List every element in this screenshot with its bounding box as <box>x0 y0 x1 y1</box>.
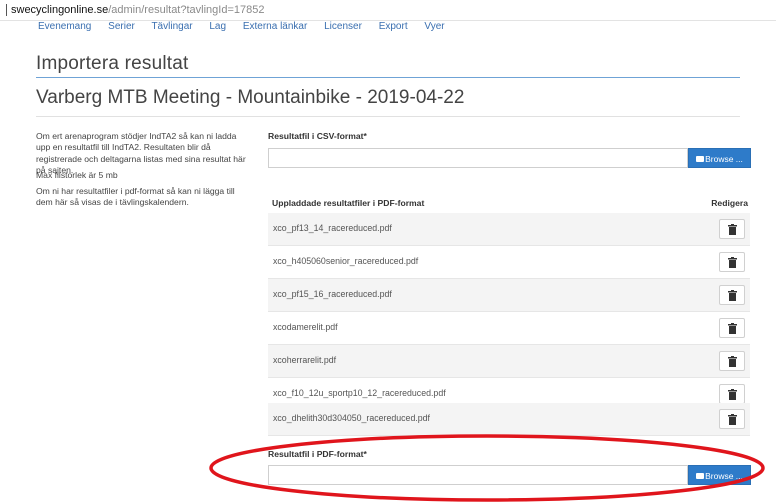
trash-icon <box>728 389 737 400</box>
nav-item-export[interactable]: Export <box>379 21 408 32</box>
col-header-edit: Redigera <box>711 198 748 208</box>
nav-item-lag[interactable]: Lag <box>209 21 226 32</box>
title-divider <box>36 77 740 78</box>
delete-button[interactable] <box>719 351 745 371</box>
text-cursor <box>6 4 7 16</box>
csv-browse-button[interactable]: Browse ... <box>688 148 751 168</box>
pdf-file-name: xco_h405060senior_racereduced.pdf <box>273 256 419 266</box>
folder-icon <box>696 155 705 162</box>
subtitle-divider <box>36 116 740 117</box>
nav-item-evenemang[interactable]: Evenemang <box>38 21 91 32</box>
pdf-file-name: xco_f10_12u_sportp10_12_racereduced.pdf <box>273 388 446 398</box>
table-row: xcodamerelit.pdf <box>268 312 750 345</box>
table-row: xcoherrarelit.pdf <box>268 345 750 378</box>
pdf-table-header: Uppladdade resultatfiler i PDF-format Re… <box>268 193 750 214</box>
trash-icon <box>728 290 737 301</box>
table-row: xco_h405060senior_racereduced.pdf <box>268 246 750 279</box>
delete-button[interactable] <box>719 384 745 404</box>
event-title: Varberg MTB Meeting - Mountainbike - 201… <box>36 87 465 108</box>
info-text-max-size: Max filstorlek är 5 mb <box>36 170 118 180</box>
url-path: /admin/resultat?tavlingId=17852 <box>108 4 265 16</box>
nav-item-tavlingar[interactable]: Tävlingar <box>151 21 192 32</box>
pdf-browse-button[interactable]: Browse ... <box>688 465 751 485</box>
delete-button[interactable] <box>719 285 745 305</box>
info-text-pdf: Om ni har resultatfiler i pdf-format så … <box>36 186 235 208</box>
trash-icon <box>728 356 737 367</box>
col-header-file: Uppladdade resultatfiler i PDF-format <box>272 198 425 208</box>
table-row: xco_pf15_16_racereduced.pdf <box>268 279 750 312</box>
trash-icon <box>728 323 737 334</box>
pdf-file-name: xco_pf13_14_racereduced.pdf <box>273 223 392 233</box>
trash-icon <box>728 414 737 425</box>
pdf-file-name: xco_pf15_16_racereduced.pdf <box>273 289 392 299</box>
delete-button[interactable] <box>719 318 745 338</box>
nav-item-licenser[interactable]: Licenser <box>324 21 362 32</box>
nav-item-externa-lankar[interactable]: Externa länkar <box>243 21 307 32</box>
pdf-browse-label: Browse ... <box>705 471 743 481</box>
page-title: Importera resultat <box>36 53 189 74</box>
address-bar[interactable]: swecyclingonline.se/admin/resultat?tavli… <box>0 0 776 21</box>
table-row: xco_dhelith30d304050_racereduced.pdf <box>268 403 750 436</box>
top-nav: Evenemang Serier Tävlingar Lag Externa l… <box>38 21 459 35</box>
csv-file-input[interactable] <box>268 148 688 168</box>
pdf-file-name: xco_dhelith30d304050_racereduced.pdf <box>273 413 431 423</box>
delete-button[interactable] <box>719 252 745 272</box>
nav-item-vyer[interactable]: Vyer <box>424 21 444 32</box>
url-host: swecyclingonline.se <box>11 4 109 16</box>
delete-button[interactable] <box>719 409 745 429</box>
trash-icon <box>728 257 737 268</box>
folder-icon <box>696 472 705 479</box>
nav-item-serier[interactable]: Serier <box>108 21 135 32</box>
url-text: swecyclingonline.se/admin/resultat?tavli… <box>11 0 264 20</box>
pdf-file-name: xcoherrarelit.pdf <box>273 355 337 365</box>
csv-label: Resultatfil i CSV-format* <box>268 131 367 141</box>
pdf-file-input[interactable] <box>268 465 688 485</box>
delete-button[interactable] <box>719 219 745 239</box>
trash-icon <box>728 224 737 235</box>
pdf-file-name: xcodamerelit.pdf <box>273 322 338 332</box>
csv-browse-label: Browse ... <box>705 154 743 164</box>
pdf-upload-label: Resultatfil i PDF-format* <box>268 449 367 459</box>
table-row: xco_pf13_14_racereduced.pdf <box>268 213 750 246</box>
